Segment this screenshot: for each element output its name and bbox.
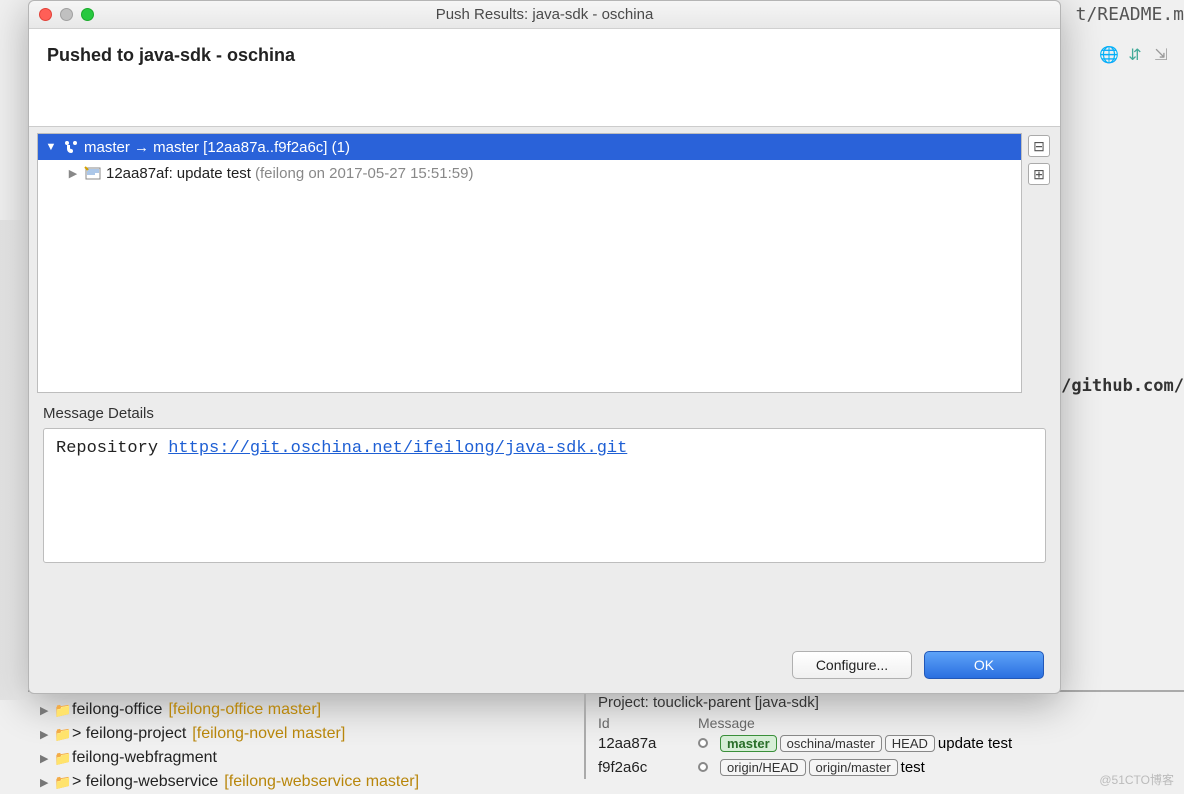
- branch-line-text: master → master [12aa87a..f9f2a6c] (1): [84, 139, 350, 156]
- project-row[interactable]: ▶ 📁 feilong-webfragment: [40, 746, 419, 770]
- details-label: Message Details: [43, 405, 1046, 422]
- commit-hash: 12aa87af:: [106, 165, 173, 182]
- expand-icon[interactable]: ▶: [40, 704, 54, 717]
- sync-icon[interactable]: ⇵: [1124, 44, 1146, 66]
- commit-row-msg: update test: [938, 735, 1012, 752]
- folder-icon: 📁: [54, 774, 72, 791]
- tree-branch-row[interactable]: ▼ master → master [12aa87a..f9f2a6c] (1): [38, 134, 1021, 160]
- bg-readme-path: t/README.m: [1076, 0, 1184, 29]
- expand-all-button[interactable]: ⊞: [1028, 163, 1050, 185]
- commit-dot-icon: [698, 738, 708, 748]
- commit-row[interactable]: f9f2a6c origin/HEAD origin/master test: [598, 755, 1012, 779]
- commit-header-row: Id Message: [598, 715, 1012, 731]
- dialog-header: Pushed to java-sdk - oschina: [29, 29, 1060, 127]
- header-title: Pushed to java-sdk - oschina: [47, 45, 1042, 66]
- message-details-box[interactable]: Repository https://git.oschina.net/ifeil…: [43, 428, 1046, 563]
- maximize-icon[interactable]: [81, 8, 94, 21]
- dialog-titlebar: Push Results: java-sdk - oschina: [29, 1, 1060, 29]
- folder-icon: 📁: [54, 702, 72, 719]
- tree-commit-row[interactable]: ▶ 12aa87af: update test (feilong on 2017…: [38, 160, 1021, 186]
- dock-edge: [0, 220, 28, 700]
- ref-tag[interactable]: origin/HEAD: [720, 759, 806, 776]
- commit-icon: [84, 165, 102, 181]
- ref-tag[interactable]: oschina/master: [780, 735, 882, 752]
- ref-tag[interactable]: HEAD: [885, 735, 935, 752]
- expand-icon[interactable]: ▶: [66, 167, 80, 180]
- bg-github-text: /github.com/: [1061, 376, 1184, 396]
- folder-icon: 📁: [54, 726, 72, 743]
- close-icon[interactable]: [39, 8, 52, 21]
- import-icon[interactable]: ⇲: [1150, 44, 1172, 66]
- expand-icon[interactable]: ▶: [40, 728, 54, 741]
- commit-dot-icon: [698, 762, 708, 772]
- commit-tree[interactable]: ▼ master → master [12aa87a..f9f2a6c] (1)…: [37, 133, 1022, 393]
- commit-meta: (feilong on 2017-05-27 15:51:59): [255, 165, 474, 182]
- ok-button[interactable]: OK: [924, 651, 1044, 679]
- configure-button[interactable]: Configure...: [792, 651, 912, 679]
- repo-prefix: Repository: [56, 439, 168, 458]
- globe-icon[interactable]: 🌐: [1098, 44, 1120, 66]
- push-results-dialog: Push Results: java-sdk - oschina Pushed …: [28, 0, 1061, 694]
- ref-tag[interactable]: origin/master: [809, 759, 898, 776]
- commit-row-msg: test: [901, 759, 925, 776]
- folder-icon: 📁: [54, 750, 72, 767]
- commit-row[interactable]: 12aa87a master oschina/master HEAD updat…: [598, 731, 1012, 755]
- branch-icon: [62, 138, 80, 156]
- project-row[interactable]: ▶ 📁 > feilong-webservice [feilong-webser…: [40, 770, 419, 794]
- bg-toolbar: 🌐 ⇵ ⇲: [1098, 44, 1172, 66]
- repo-url-link[interactable]: https://git.oschina.net/ifeilong/java-sd…: [168, 439, 627, 458]
- project-row[interactable]: ▶ 📁 > feilong-project [feilong-novel mas…: [40, 722, 419, 746]
- dialog-title: Push Results: java-sdk - oschina: [29, 6, 1060, 23]
- minimize-icon: [60, 8, 73, 21]
- collapse-all-button[interactable]: ⊟: [1028, 135, 1050, 157]
- expand-icon[interactable]: ▶: [40, 752, 54, 765]
- project-row[interactable]: ▶ 📁 feilong-office [feilong-office maste…: [40, 698, 419, 722]
- commit-panel-title: Project: touclick-parent [java-sdk]: [598, 694, 1012, 711]
- project-explorer[interactable]: ▶ 📁 feilong-office [feilong-office maste…: [40, 698, 419, 794]
- expand-icon[interactable]: ▼: [44, 141, 58, 153]
- expand-icon[interactable]: ▶: [40, 776, 54, 789]
- watermark: @51CTO博客: [1099, 771, 1174, 788]
- commit-history-panel[interactable]: Project: touclick-parent [java-sdk] Id M…: [584, 694, 1012, 779]
- ref-tag[interactable]: master: [720, 735, 777, 752]
- commit-message: update test: [177, 165, 251, 182]
